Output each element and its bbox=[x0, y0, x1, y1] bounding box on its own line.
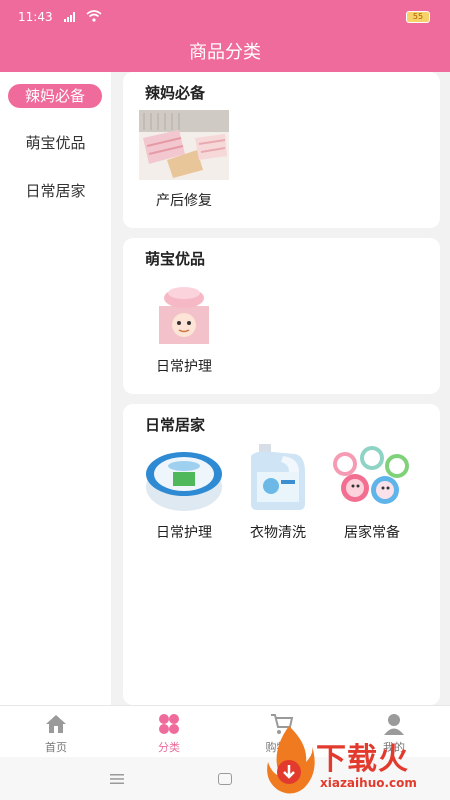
battery-icon: 55 bbox=[406, 11, 430, 23]
nav-home[interactable]: 首页 bbox=[16, 712, 96, 755]
section-card-lama: 辣妈必备 产后修复 bbox=[123, 72, 440, 228]
watermark: 下载火 xiazaihuo.com bbox=[262, 720, 450, 800]
category-item-household[interactable]: 居家常备 bbox=[327, 442, 417, 542]
wifi-icon bbox=[86, 10, 102, 22]
watermark-brand: 下载火 bbox=[316, 742, 409, 777]
page-title: 商品分类 bbox=[189, 42, 261, 63]
signal-icon bbox=[64, 12, 75, 22]
menu-icon[interactable] bbox=[110, 773, 124, 785]
section-title: 辣妈必备 bbox=[145, 84, 206, 102]
item-label: 日常护理 bbox=[156, 525, 212, 541]
category-sidebar: 辣妈必备 萌宝优品 日常居家 bbox=[0, 72, 111, 705]
category-icon bbox=[159, 714, 179, 734]
sidebar-item-lama[interactable]: 辣妈必备 bbox=[8, 84, 102, 108]
item-label: 日常护理 bbox=[156, 359, 212, 375]
section-title: 日常居家 bbox=[145, 416, 206, 434]
status-bar: 11:43 55 bbox=[0, 0, 450, 30]
item-label: 衣物清洗 bbox=[250, 525, 306, 541]
category-item-daily-care[interactable]: 日常护理 bbox=[139, 442, 229, 542]
category-item-baby-care[interactable]: 日常护理 bbox=[139, 276, 229, 376]
baby-cream-jar-image bbox=[139, 276, 229, 346]
sidebar-item-richang[interactable]: 日常居家 bbox=[0, 175, 111, 207]
home-icon bbox=[46, 715, 66, 733]
item-label: 产后修复 bbox=[156, 193, 212, 209]
status-time: 11:43 bbox=[18, 10, 53, 24]
section-card-richang: 日常居家 日常护理 衣物清洗 居家常备 bbox=[123, 404, 440, 705]
category-item-laundry[interactable]: 衣物清洗 bbox=[233, 442, 323, 542]
nav-category[interactable]: 分类 bbox=[129, 712, 209, 755]
watermark-url: xiazaihuo.com bbox=[320, 776, 417, 790]
category-item-postpartum[interactable]: 产后修复 bbox=[139, 110, 229, 210]
laundry-bottle-image bbox=[233, 442, 323, 512]
detergent-tub-image bbox=[139, 442, 229, 512]
item-label: 居家常备 bbox=[344, 525, 400, 541]
nav-label: 首页 bbox=[45, 741, 67, 754]
flame-logo-icon bbox=[267, 726, 315, 794]
section-card-mengbao: 萌宝优品 日常护理 bbox=[123, 238, 440, 394]
home-key-icon[interactable] bbox=[218, 773, 232, 785]
top-bar: 11:43 55 商品分类 bbox=[0, 0, 450, 72]
mosquito-repellent-image bbox=[327, 442, 417, 512]
nav-label: 分类 bbox=[158, 741, 180, 754]
sidebar-divider bbox=[111, 72, 123, 705]
sidebar-item-mengbao[interactable]: 萌宝优品 bbox=[0, 127, 111, 159]
postpartum-belt-image bbox=[139, 110, 229, 180]
section-title: 萌宝优品 bbox=[145, 250, 206, 268]
